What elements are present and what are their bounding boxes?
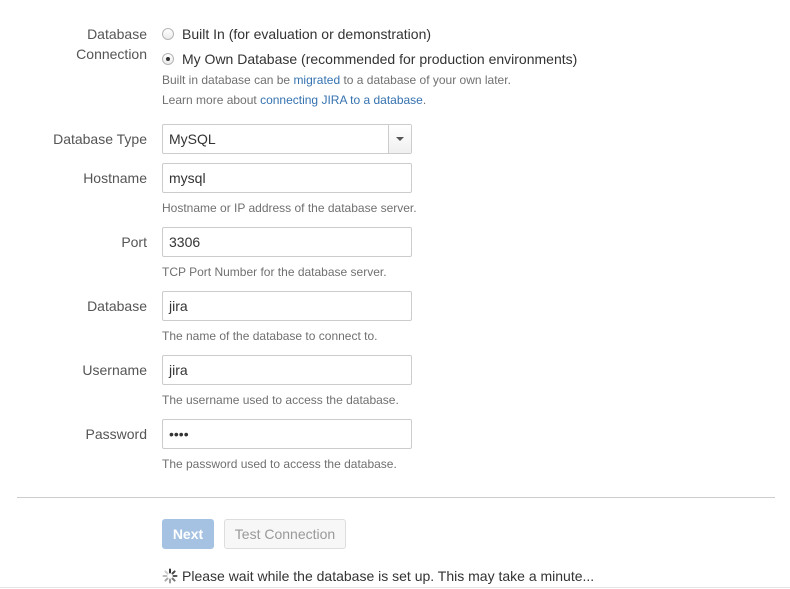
password-input[interactable]: ••••	[162, 419, 412, 449]
password-help: The password used to access the database…	[162, 457, 397, 471]
wait-message: Please wait while the database is set up…	[182, 568, 595, 584]
database-connection-label-line1: Database	[87, 26, 147, 42]
password-label: Password	[85, 426, 147, 442]
hostname-label: Hostname	[83, 170, 147, 186]
radio-own-database[interactable]	[162, 53, 174, 65]
username-input[interactable]: jira	[162, 355, 412, 385]
database-help: The name of the database to connect to.	[162, 329, 378, 343]
chevron-down-icon[interactable]	[388, 125, 411, 153]
help-text: Learn more about	[162, 93, 261, 107]
connecting-jira-link[interactable]: connecting JIRA to a database	[260, 93, 423, 107]
radio-own-label[interactable]: My Own Database (recommended for product…	[182, 51, 577, 67]
loading-spinner-icon	[162, 568, 178, 584]
radio-builtin[interactable]	[162, 28, 174, 40]
migrated-link[interactable]: migrated	[293, 73, 340, 87]
port-label: Port	[121, 234, 147, 250]
database-type-label: Database Type	[53, 131, 147, 147]
port-help: TCP Port Number for the database server.	[162, 265, 387, 279]
hostname-help: Hostname or IP address of the database s…	[162, 201, 417, 215]
database-input[interactable]: jira	[162, 291, 412, 321]
hostname-input[interactable]: mysql	[162, 163, 412, 193]
database-type-select[interactable]: MySQL	[162, 124, 412, 154]
radio-own-row[interactable]: My Own Database (recommended for product…	[162, 49, 577, 69]
help-text: Built in database can be	[162, 73, 294, 87]
test-connection-button[interactable]: Test Connection	[224, 519, 346, 549]
bottom-border	[0, 587, 790, 588]
database-connection-label-line2: Connection	[76, 46, 147, 62]
help-text: to a database of your own later.	[340, 73, 511, 87]
database-connection-label: Database Connection	[76, 24, 147, 64]
username-label: Username	[82, 362, 147, 378]
port-input[interactable]: 3306	[162, 227, 412, 257]
username-help: The username used to access the database…	[162, 393, 399, 407]
help-text: .	[422, 93, 427, 107]
connection-help-line2: Learn more about connecting JIRA to a da…	[162, 92, 426, 108]
database-type-value: MySQL	[169, 131, 216, 147]
form-divider	[17, 497, 775, 498]
next-button[interactable]: Next	[162, 519, 214, 549]
radio-builtin-row[interactable]: Built In (for evaluation or demonstratio…	[162, 24, 431, 44]
connection-help-line1: Built in database can be migrated to a d…	[162, 72, 511, 88]
database-label: Database	[87, 298, 147, 314]
wait-status: Please wait while the database is set up…	[162, 566, 594, 586]
radio-builtin-label[interactable]: Built In (for evaluation or demonstratio…	[182, 26, 431, 42]
